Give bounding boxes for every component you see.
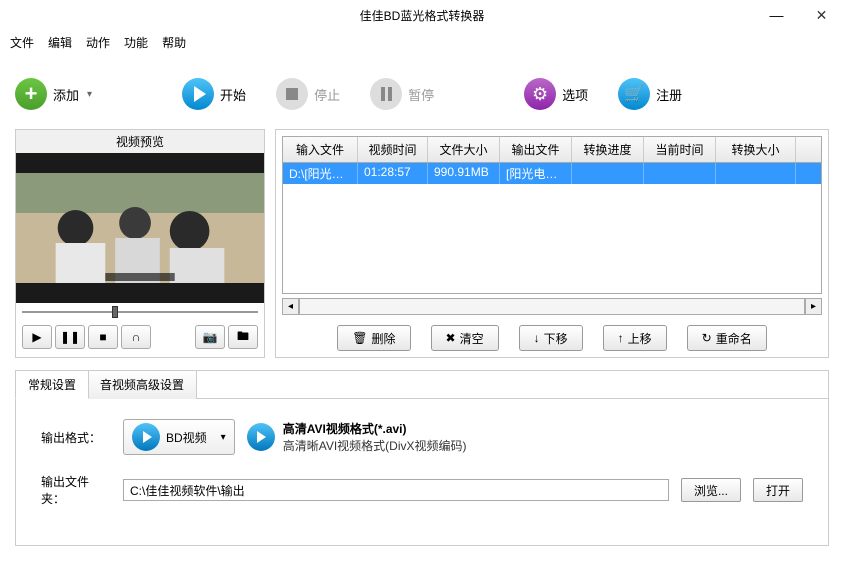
col-outsize[interactable]: 转换大小 xyxy=(716,137,796,162)
chevron-down-icon: ▾ xyxy=(221,432,226,443)
cell-progress xyxy=(572,163,644,184)
pause-icon xyxy=(370,78,402,110)
format-title: 高清AVI视频格式(*.avi) xyxy=(283,420,467,437)
tab-headers: 常规设置 音视频高级设置 xyxy=(16,371,828,399)
register-label: 注册 xyxy=(656,85,682,104)
preview-panel: 视频预览 ▶ ❚❚ ■ ∩ 📷 🖿 xyxy=(15,129,265,358)
close-button[interactable]: ✕ xyxy=(799,0,844,30)
delete-button[interactable]: 🗑删除 xyxy=(337,325,410,351)
grid-body[interactable]: D:\[阳光电... 01:28:57 990.91MB [阳光电影... xyxy=(283,163,821,293)
dropdown-arrow-icon: ▾ xyxy=(87,89,92,100)
output-folder-input[interactable] xyxy=(123,479,669,501)
pause-button[interactable]: 暂停 xyxy=(370,78,434,110)
tab-advanced[interactable]: 音视频高级设置 xyxy=(87,370,197,399)
cell-duration: 01:28:57 xyxy=(358,163,428,184)
browse-button[interactable]: 浏览... xyxy=(681,478,741,502)
add-icon xyxy=(15,78,47,110)
menu-bar: 文件 编辑 动作 功能 帮助 xyxy=(0,30,844,54)
folder-label: 输出文件夹： xyxy=(41,473,111,507)
disc-icon xyxy=(132,423,160,451)
h-scrollbar[interactable]: ◂ ▸ xyxy=(282,298,822,315)
stop-label: 停止 xyxy=(314,85,340,104)
col-duration[interactable]: 视频时间 xyxy=(358,137,428,162)
down-arrow-icon: ↓ xyxy=(534,331,540,345)
file-panel: 输入文件 视频时间 文件大小 输出文件 转换进度 当前时间 转换大小 D:\[阳… xyxy=(275,129,829,358)
move-up-button[interactable]: ↑上移 xyxy=(603,325,667,351)
stop-icon xyxy=(276,78,308,110)
pc-play-button[interactable]: ▶ xyxy=(22,325,52,349)
format-label: 输出格式： xyxy=(41,429,111,446)
cell-size: 990.91MB xyxy=(428,163,500,184)
cell-output: [阳光电影... xyxy=(500,163,572,184)
preview-title: 视频预览 xyxy=(16,130,264,153)
title-bar: 佳佳BD蓝光格式转换器 — ✕ xyxy=(0,0,844,30)
move-down-button[interactable]: ↓下移 xyxy=(519,325,583,351)
menu-function[interactable]: 功能 xyxy=(124,34,148,51)
col-output[interactable]: 输出文件 xyxy=(500,137,572,162)
up-arrow-icon: ↑ xyxy=(618,331,624,345)
stop-button[interactable]: 停止 xyxy=(276,78,340,110)
pc-snapshot-button[interactable]: 📷 xyxy=(195,325,225,349)
pause-label: 暂停 xyxy=(408,85,434,104)
action-row: 🗑删除 ✖清空 ↓下移 ↑上移 ↻重命名 xyxy=(282,325,822,351)
menu-help[interactable]: 帮助 xyxy=(162,34,186,51)
refresh-icon: ↻ xyxy=(702,331,712,345)
scroll-track[interactable] xyxy=(299,298,805,315)
window-controls: — ✕ xyxy=(754,0,844,30)
options-button[interactable]: 选项 xyxy=(524,78,588,110)
start-label: 开始 xyxy=(220,85,246,104)
col-input[interactable]: 输入文件 xyxy=(283,137,358,162)
gear-icon xyxy=(524,78,556,110)
scroll-right-button[interactable]: ▸ xyxy=(805,298,822,315)
menu-action[interactable]: 动作 xyxy=(86,34,110,51)
col-progress[interactable]: 转换进度 xyxy=(572,137,644,162)
rename-button[interactable]: ↻重命名 xyxy=(687,325,767,351)
start-button[interactable]: 开始 xyxy=(182,78,246,110)
scroll-left-button[interactable]: ◂ xyxy=(282,298,299,315)
format-subtitle: 高清晰AVI视频格式(DivX视频编码) xyxy=(283,437,467,454)
play-icon xyxy=(182,78,214,110)
menu-file[interactable]: 文件 xyxy=(10,34,34,51)
pc-stop-button[interactable]: ■ xyxy=(88,325,118,349)
preview-video[interactable] xyxy=(16,153,264,303)
tab-body: 输出格式： BD视频 ▾ 高清AVI视频格式(*.avi) 高清晰AVI视频格式… xyxy=(16,398,828,545)
cell-input: D:\[阳光电... xyxy=(283,163,358,184)
col-current[interactable]: 当前时间 xyxy=(644,137,716,162)
cell-outsize xyxy=(716,163,796,184)
pc-audio-button[interactable]: ∩ xyxy=(121,325,151,349)
options-label: 选项 xyxy=(562,85,588,104)
preview-controls: ▶ ❚❚ ■ ∩ 📷 🖿 xyxy=(16,321,264,357)
settings-panel: 常规设置 音视频高级设置 输出格式： BD视频 ▾ 高清AVI视频格式(*.av… xyxy=(15,370,829,546)
add-label: 添加 xyxy=(53,85,79,104)
add-button[interactable]: 添加 ▾ xyxy=(15,78,92,110)
col-size[interactable]: 文件大小 xyxy=(428,137,500,162)
clear-button[interactable]: ✖清空 xyxy=(431,325,499,351)
trash-icon: 🗑 xyxy=(352,331,367,345)
window-title: 佳佳BD蓝光格式转换器 xyxy=(360,7,485,24)
menu-edit[interactable]: 编辑 xyxy=(48,34,72,51)
table-row[interactable]: D:\[阳光电... 01:28:57 990.91MB [阳光电影... xyxy=(283,163,821,184)
seek-slider[interactable] xyxy=(16,303,264,321)
cell-current xyxy=(644,163,716,184)
cart-icon xyxy=(618,78,650,110)
toolbar: 添加 ▾ 开始 停止 暂停 选项 注册 xyxy=(0,64,844,124)
format-combo-value: BD视频 xyxy=(166,429,207,446)
file-grid: 输入文件 视频时间 文件大小 输出文件 转换进度 当前时间 转换大小 D:\[阳… xyxy=(282,136,822,294)
minimize-button[interactable]: — xyxy=(754,0,799,30)
grid-header: 输入文件 视频时间 文件大小 输出文件 转换进度 当前时间 转换大小 xyxy=(283,137,821,163)
tab-general[interactable]: 常规设置 xyxy=(15,370,89,399)
pc-folder-button[interactable]: 🖿 xyxy=(228,325,258,349)
format-description: 高清AVI视频格式(*.avi) 高清晰AVI视频格式(DivX视频编码) xyxy=(247,420,467,454)
disc-icon xyxy=(247,423,275,451)
pc-pause-button[interactable]: ❚❚ xyxy=(55,325,85,349)
format-combo[interactable]: BD视频 ▾ xyxy=(123,419,235,455)
x-icon: ✖ xyxy=(446,331,456,345)
register-button[interactable]: 注册 xyxy=(618,78,682,110)
open-button[interactable]: 打开 xyxy=(753,478,803,502)
